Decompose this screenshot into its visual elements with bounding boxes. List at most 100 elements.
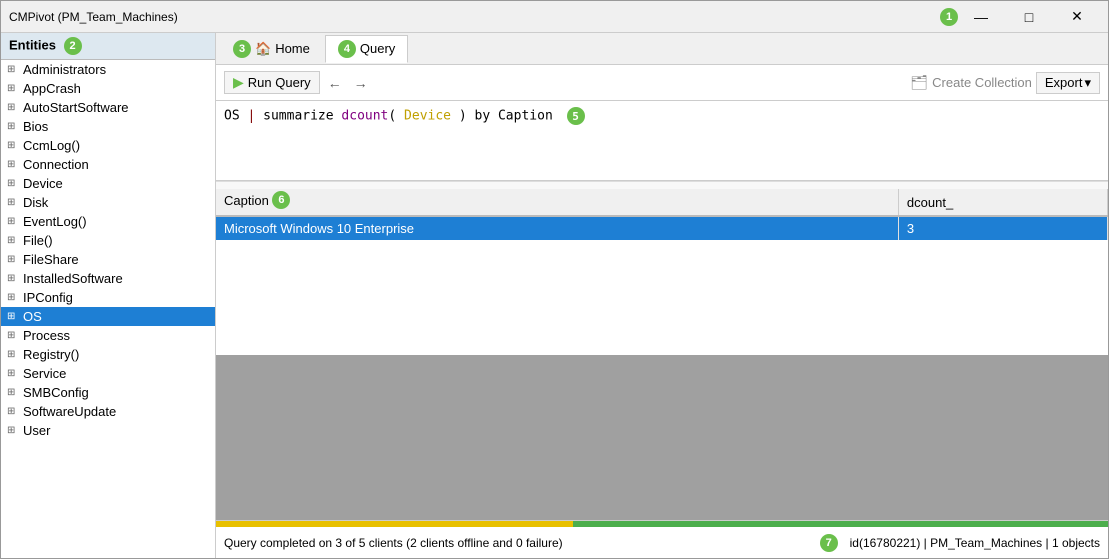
right-panel: 3 🏠 Home 4 Query ▶ Run Query ← → [216,33,1108,558]
col-dcount-header: dcount_ [898,189,1107,216]
sidebar-item-disk[interactable]: ⊞ Disk [1,193,215,212]
expand-icon: ⊞ [7,387,19,398]
sidebar-item-label: IPConfig [23,290,73,305]
main-content: Entities 2 ⊞Administrators⊞AppCrash⊞Auto… [1,33,1108,558]
tab-query[interactable]: 4 Query [325,35,408,63]
export-label: Export [1045,75,1083,90]
entities-label: Entities [9,37,56,52]
tab-bar: 3 🏠 Home 4 Query [216,33,1108,65]
sidebar-item-eventlog--[interactable]: ⊞ EventLog() [1,212,215,231]
sidebar-item-fileshare[interactable]: ⊞ FileShare [1,250,215,269]
export-button[interactable]: Export ▾ [1036,72,1100,94]
expand-icon: ⊞ [7,178,19,189]
sidebar-item-process[interactable]: ⊞ Process [1,326,215,345]
expand-icon: ⊞ [7,102,19,113]
query-scroll-hint [216,181,1108,189]
sidebar-item-label: Device [23,176,63,191]
home-tab-text: Home [275,41,310,56]
expand-icon: ⊞ [7,197,19,208]
status-badge: 7 [820,534,838,552]
sidebar-item-label: Service [23,366,66,381]
sidebar-item-bios[interactable]: ⊞ Bios [1,117,215,136]
run-query-label: Run Query [248,75,311,90]
sidebar-item-label: CcmLog() [23,138,80,153]
sidebar-item-smbconfig[interactable]: ⊞ SMBConfig [1,383,215,402]
expand-icon: ⊞ [7,273,19,284]
results-area: Caption 6 dcount_ Microsoft Windows 10 E… [216,189,1108,520]
title-badge: 1 [940,8,958,26]
sidebar-item-autostartsoftware[interactable]: ⊞ AutoStartSoftware [1,98,215,117]
sidebar-item-device[interactable]: ⊞ Device [1,174,215,193]
sidebar-item-ipconfig[interactable]: ⊞ IPConfig [1,288,215,307]
tab-home[interactable]: 3 🏠 Home [220,35,323,63]
expand-icon: ⊞ [7,349,19,360]
sidebar-item-label: SoftwareUpdate [23,404,116,419]
table-row[interactable]: Microsoft Windows 10 Enterprise 3 [216,216,1108,240]
query-badge: 5 [567,107,585,125]
expand-icon: ⊞ [7,64,19,75]
sidebar-list: ⊞Administrators⊞AppCrash⊞AutoStartSoftwa… [1,60,215,558]
sidebar-item-service[interactable]: ⊞ Service [1,364,215,383]
sidebar-item-registry--[interactable]: ⊞ Registry() [1,345,215,364]
sidebar-item-label: OS [23,309,42,324]
query-editor[interactable]: OS | summarize dcount( Device ) by Capti… [216,101,1108,181]
sidebar-item-label: Connection [23,157,89,172]
col-badge: 6 [272,191,290,209]
sidebar-item-label: AppCrash [23,81,81,96]
sidebar-item-os[interactable]: ⊞ OS [1,307,215,326]
window-controls: — □ ✕ [958,1,1100,33]
col-caption-header: Caption 6 [216,189,898,216]
sidebar-header: Entities 2 [1,33,215,60]
sidebar-item-label: SMBConfig [23,385,89,400]
sidebar: Entities 2 ⊞Administrators⊞AppCrash⊞Auto… [1,33,216,558]
sidebar-item-appcrash[interactable]: ⊞AppCrash [1,79,215,98]
window-title: CMPivot (PM_Team_Machines) [9,10,936,24]
results-data-table: Caption 6 dcount_ Microsoft Windows 10 E… [216,189,1108,240]
expand-icon: ⊞ [7,292,19,303]
forward-button[interactable]: → [350,73,372,93]
home-tab-label: 🏠 [255,41,271,57]
expand-icon: ⊞ [7,140,19,151]
sidebar-item-label: FileShare [23,252,79,267]
sidebar-item-label: Disk [23,195,48,210]
play-icon: ▶ [233,74,244,91]
status-right-text: id(16780221) | PM_Team_Machines | 1 obje… [850,536,1100,550]
sidebar-item-connection[interactable]: ⊞Connection [1,155,215,174]
sidebar-item-label: EventLog() [23,214,87,229]
main-window: CMPivot (PM_Team_Machines) 1 — □ ✕ Entit… [0,0,1109,559]
maximize-button[interactable]: □ [1006,1,1052,33]
expand-icon: ⊞ [7,330,19,341]
expand-icon: ⊞ [7,254,19,265]
toolbar: ▶ Run Query ← → 🗂 Create Collection Expo… [216,65,1108,101]
minimize-button[interactable]: — [958,1,1004,33]
status-text: Query completed on 3 of 5 clients (2 cli… [216,527,1108,558]
expand-icon: ⊞ [7,425,19,436]
expand-icon: ⊞ [7,368,19,379]
sidebar-item-installedsoftware[interactable]: ⊞InstalledSoftware [1,269,215,288]
sidebar-item-label: Bios [23,119,48,134]
caption-cell: Microsoft Windows 10 Enterprise [216,216,898,240]
expand-icon: ⊞ [7,311,19,322]
query-tab-badge: 4 [338,40,356,58]
dcount-link[interactable]: 3 [907,221,914,236]
dcount-cell: 3 [898,216,1107,240]
sidebar-item-softwareupdate[interactable]: ⊞ SoftwareUpdate [1,402,215,421]
expand-icon: ⊞ [7,406,19,417]
sidebar-item-label: User [23,423,50,438]
status-left-text: Query completed on 3 of 5 clients (2 cli… [224,536,808,550]
sidebar-item-label: AutoStartSoftware [23,100,129,115]
expand-icon: ⊞ [7,216,19,227]
sidebar-item-label: Registry() [23,347,79,362]
run-query-button[interactable]: ▶ Run Query [224,71,320,94]
expand-icon: ⊞ [7,121,19,132]
sidebar-item-user[interactable]: ⊞ User [1,421,215,440]
sidebar-item-administrators[interactable]: ⊞Administrators [1,60,215,79]
sidebar-item-ccmlog--[interactable]: ⊞ CcmLog() [1,136,215,155]
back-button[interactable]: ← [324,73,346,93]
close-button[interactable]: ✕ [1054,1,1100,33]
sidebar-item-file--[interactable]: ⊞File() [1,231,215,250]
sidebar-item-label: File() [23,233,53,248]
sidebar-item-label: Process [23,328,70,343]
query-tab-text: Query [360,41,395,56]
create-collection-button[interactable]: 🗂 Create Collection [910,74,1032,91]
